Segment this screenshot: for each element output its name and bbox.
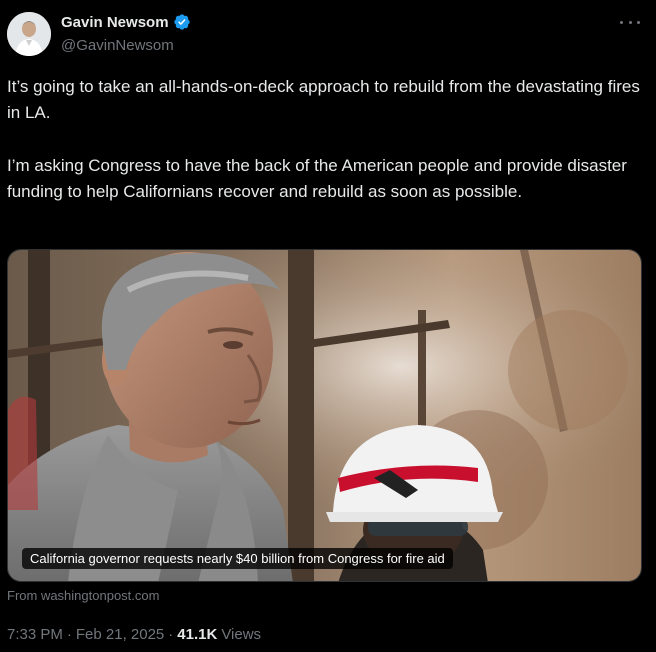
author-handle[interactable]: @GavinNewsom: [61, 37, 174, 54]
link-card-image[interactable]: California governor requests nearly $40 …: [7, 249, 642, 582]
tweet-paragraph: I’m asking Congress to have the back of …: [7, 156, 627, 201]
tweet-meta: 7:33 PM · Feb 21, 2025 · 41.1K Views: [7, 626, 261, 643]
tweet: Gavin Newsom @GavinNewsom It’s going to …: [0, 0, 656, 652]
tweet-paragraph: It’s going to take an all-hands-on-deck …: [7, 77, 640, 122]
news-photo: [8, 250, 641, 581]
author-display-name[interactable]: Gavin Newsom: [61, 14, 169, 31]
card-headline: California governor requests nearly $40 …: [22, 548, 453, 569]
card-source-link[interactable]: From washingtonpost.com: [7, 588, 159, 603]
more-options-icon[interactable]: [620, 14, 640, 30]
meta-separator: ·: [168, 626, 174, 643]
author-row: Gavin Newsom: [61, 13, 191, 31]
tweet-text: It’s going to take an all-hands-on-deck …: [7, 74, 647, 205]
views-label: Views: [221, 626, 262, 643]
tweet-time[interactable]: 7:33 PM: [7, 626, 63, 643]
avatar[interactable]: [7, 12, 51, 56]
views-count[interactable]: 41.1K: [177, 626, 217, 643]
tweet-date[interactable]: Feb 21, 2025: [76, 626, 164, 643]
meta-separator: ·: [66, 626, 72, 643]
verified-badge-icon: [173, 13, 191, 31]
